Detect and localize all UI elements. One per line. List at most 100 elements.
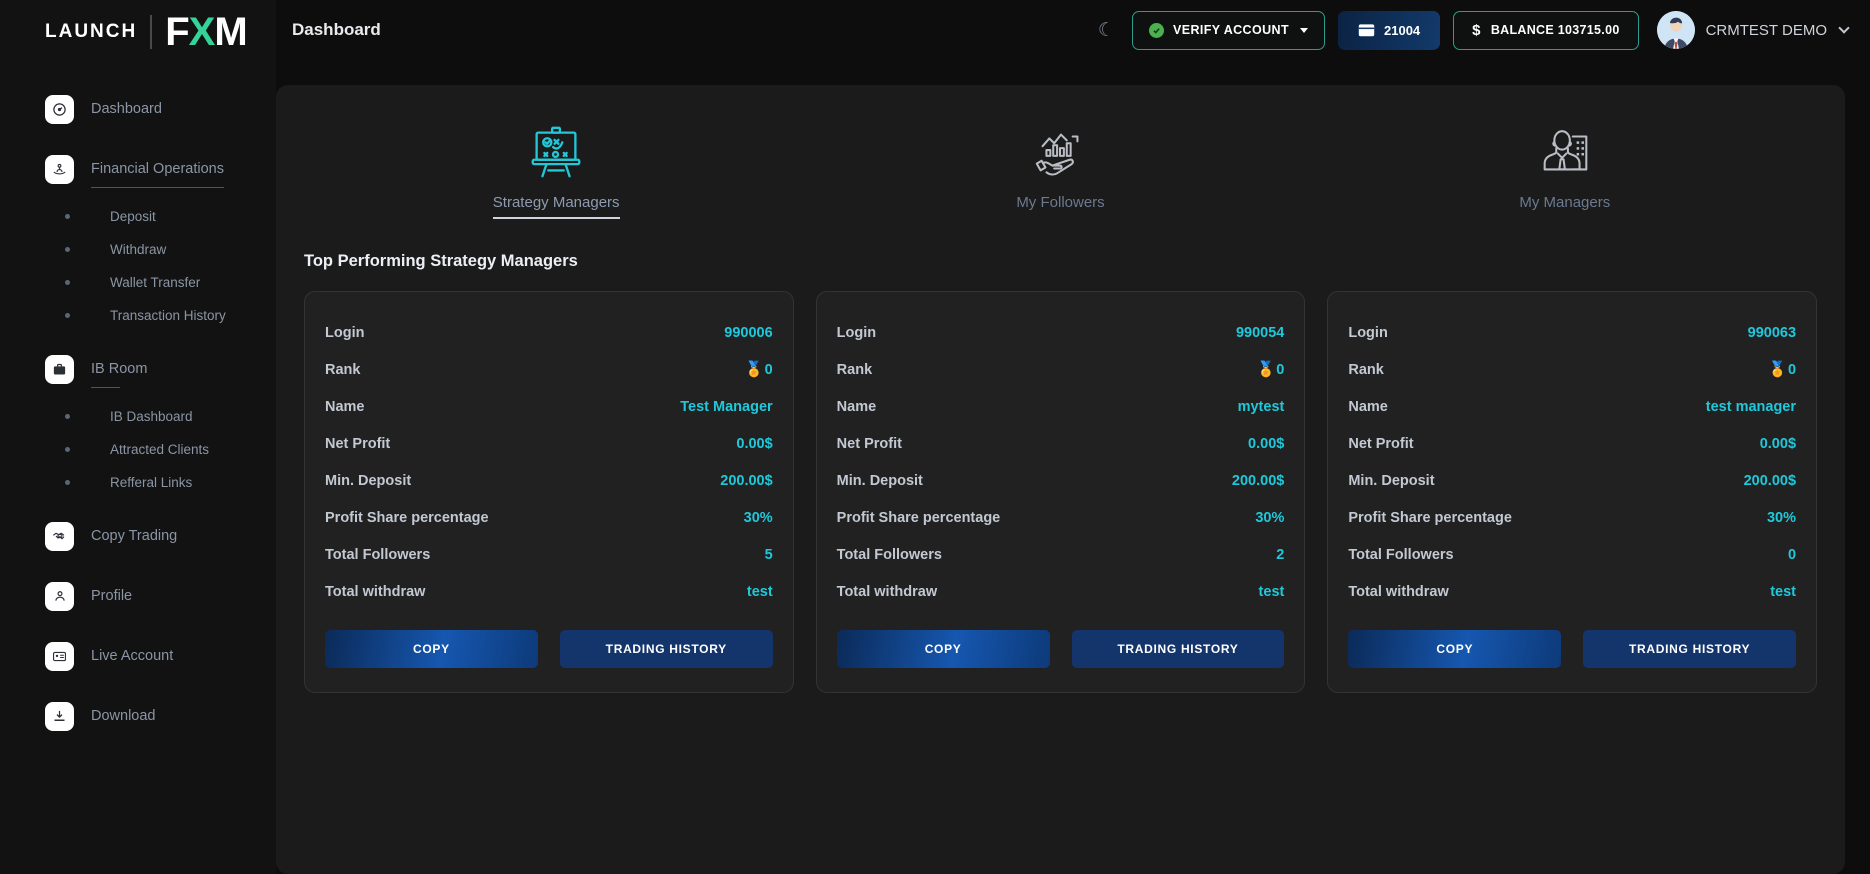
card-row-total-withdraw: Total withdraw test	[837, 573, 1285, 610]
tab-my-followers[interactable]: My Followers	[808, 111, 1312, 219]
row-label: Min. Deposit	[325, 472, 412, 489]
card-row-name: Name Test Manager	[325, 388, 773, 425]
tab-strategy-managers[interactable]: Strategy Managers	[304, 111, 808, 219]
handshake-icon	[45, 521, 74, 551]
card-row-rank: Rank 🏅 0	[837, 351, 1285, 388]
row-label: Total Followers	[325, 546, 431, 563]
card-row-name: Name mytest	[837, 388, 1285, 425]
card-row-profit-share: Profit Share percentage 30%	[837, 499, 1285, 536]
ib-room-submenu: IB Dashboard Attracted Clients Refferal …	[0, 400, 276, 499]
top-bar-actions: ☾ VERIFY ACCOUNT 21004 $ BALANCE 103715.…	[1098, 10, 1850, 50]
row-value-login: 990006	[724, 324, 773, 341]
logo-letter-f: F	[165, 10, 189, 54]
row-value-login: 990054	[1235, 324, 1285, 341]
row-value-total-withdraw: test	[1258, 583, 1285, 600]
card-row-name: Name test manager	[1348, 388, 1796, 425]
dashboard-icon	[45, 94, 74, 124]
wallet-icon	[1358, 23, 1375, 37]
sidebar-nav: Dashboard Financial Operations Deposit W…	[0, 86, 276, 739]
bullet-icon	[65, 214, 70, 219]
card-row-net-profit: Net Profit 0.00$	[1348, 425, 1796, 462]
moon-icon[interactable]: ☾	[1098, 19, 1115, 42]
sidebar-item-ib-room[interactable]: IB Room	[0, 346, 276, 392]
section-title: Top Performing Strategy Managers	[304, 252, 578, 270]
medal-icon: 🏅	[1768, 361, 1787, 378]
card-row-total-withdraw: Total withdraw test	[325, 573, 773, 610]
sidebar-subitem-ib-dashboard[interactable]: IB Dashboard	[0, 400, 276, 433]
strategy-board-icon	[525, 111, 587, 183]
row-label: Login	[1348, 324, 1388, 341]
sidebar-subitem-withdraw[interactable]: Withdraw	[0, 233, 276, 266]
row-label: Profit Share percentage	[1348, 509, 1512, 526]
medal-icon: 🏅	[1256, 361, 1276, 378]
row-value-min-deposit: 200.00$	[1231, 472, 1285, 489]
card-row-min-deposit: Min. Deposit 200.00$	[325, 462, 773, 499]
tab-label: My Managers	[1519, 194, 1611, 211]
sidebar-subitem-label: Refferal Links	[110, 475, 193, 490]
verify-account-label: VERIFY ACCOUNT	[1172, 23, 1289, 37]
sidebar-item-download[interactable]: Download	[0, 693, 276, 739]
sidebar-item-dashboard[interactable]: Dashboard	[0, 86, 276, 132]
sidebar-subitem-attracted-clients[interactable]: Attracted Clients	[0, 433, 276, 466]
chevron-down-icon	[1300, 27, 1308, 33]
main-area: Dashboard ☾ VERIFY ACCOUNT 21004 $ BALAN…	[276, 0, 1870, 874]
logo-launch-text: LAUNCH	[45, 21, 138, 42]
rank-number: 0	[1787, 361, 1797, 378]
medal-icon: 🏅	[744, 361, 764, 378]
row-label: Rank	[836, 361, 873, 378]
logo-divider	[150, 15, 153, 49]
row-value-profit-share: 30%	[1255, 509, 1285, 526]
sidebar-subitem-label: IB Dashboard	[110, 409, 193, 424]
strategy-manager-card: Login 990054 Rank 🏅 0 Name mytest Net Pr…	[815, 291, 1306, 693]
row-label: Total Followers	[1348, 546, 1454, 563]
copy-button[interactable]: COPY	[1348, 630, 1562, 668]
logo[interactable]: LAUNCH FXM	[0, 0, 276, 64]
trading-history-button[interactable]: TRADING HISTORY	[559, 630, 773, 668]
app-root: LAUNCH FXM Dashboard Financial Operation…	[0, 0, 1870, 874]
row-label: Min. Deposit	[1348, 472, 1435, 489]
copy-button[interactable]: COPY	[325, 630, 538, 668]
card-row-rank: Rank 🏅 0	[325, 351, 773, 388]
copy-button[interactable]: COPY	[836, 630, 1050, 668]
sidebar-item-profile[interactable]: Profile	[0, 573, 276, 619]
card-row-min-deposit: Min. Deposit 200.00$	[837, 462, 1285, 499]
card-row-total-followers: Total Followers 2	[837, 536, 1285, 573]
trading-history-button[interactable]: TRADING HISTORY	[1071, 630, 1285, 668]
sidebar-item-label: Dashboard	[91, 101, 162, 117]
row-value-rank: 🏅 0	[1768, 362, 1796, 378]
sidebar-item-live-account[interactable]: Live Account	[0, 633, 276, 679]
card-row-profit-share: Profit Share percentage 30%	[325, 499, 773, 536]
sidebar-item-financial-operations[interactable]: Financial Operations	[0, 146, 276, 192]
sidebar-subitem-label: Deposit	[110, 209, 156, 224]
card-row-min-deposit: Min. Deposit 200.00$	[1348, 462, 1796, 499]
verify-account-button[interactable]: VERIFY ACCOUNT	[1131, 10, 1325, 50]
row-label: Total withdraw	[1348, 583, 1449, 600]
card-actions: COPY TRADING HISTORY	[325, 630, 773, 668]
briefcase-icon	[45, 354, 74, 384]
sidebar-subitem-refferal-links[interactable]: Refferal Links	[0, 466, 276, 499]
sidebar-item-copy-trading[interactable]: Copy Trading	[0, 513, 276, 559]
card-actions: COPY TRADING HISTORY	[1348, 630, 1797, 668]
bullet-icon	[65, 280, 70, 285]
row-label: Name	[325, 398, 365, 415]
sidebar-subitem-wallet-transfer[interactable]: Wallet Transfer	[0, 266, 276, 299]
card-row-net-profit: Net Profit 0.00$	[837, 425, 1285, 462]
sidebar-item-label: IB Room	[91, 361, 148, 388]
top-bar: Dashboard ☾ VERIFY ACCOUNT 21004 $ BALAN…	[276, 0, 1870, 60]
trading-history-button[interactable]: TRADING HISTORY	[1583, 630, 1797, 668]
bullet-icon	[65, 480, 70, 485]
tab-label: Strategy Managers	[492, 194, 620, 219]
logo-letter-m: M	[214, 10, 247, 54]
sidebar-subitem-transaction-history[interactable]: Transaction History	[0, 299, 276, 332]
row-value-name: test manager	[1705, 398, 1797, 415]
user-menu[interactable]: CRMTEST DEMO	[1656, 11, 1850, 49]
row-label: Net Profit	[325, 435, 391, 452]
strategy-manager-card: Login 990006 Rank 🏅 0 Name Test Manager …	[304, 291, 794, 693]
sidebar-item-label: Profile	[91, 588, 133, 604]
account-number-button[interactable]: 21004	[1338, 10, 1441, 50]
tab-my-managers[interactable]: My Managers	[1313, 111, 1817, 219]
sidebar-subitem-deposit[interactable]: Deposit	[0, 200, 276, 233]
content-panel: Strategy Managers My Followers My Manage…	[276, 85, 1845, 874]
card-row-profit-share: Profit Share percentage 30%	[1348, 499, 1796, 536]
balance-button[interactable]: $ BALANCE 103715.00	[1453, 10, 1639, 50]
